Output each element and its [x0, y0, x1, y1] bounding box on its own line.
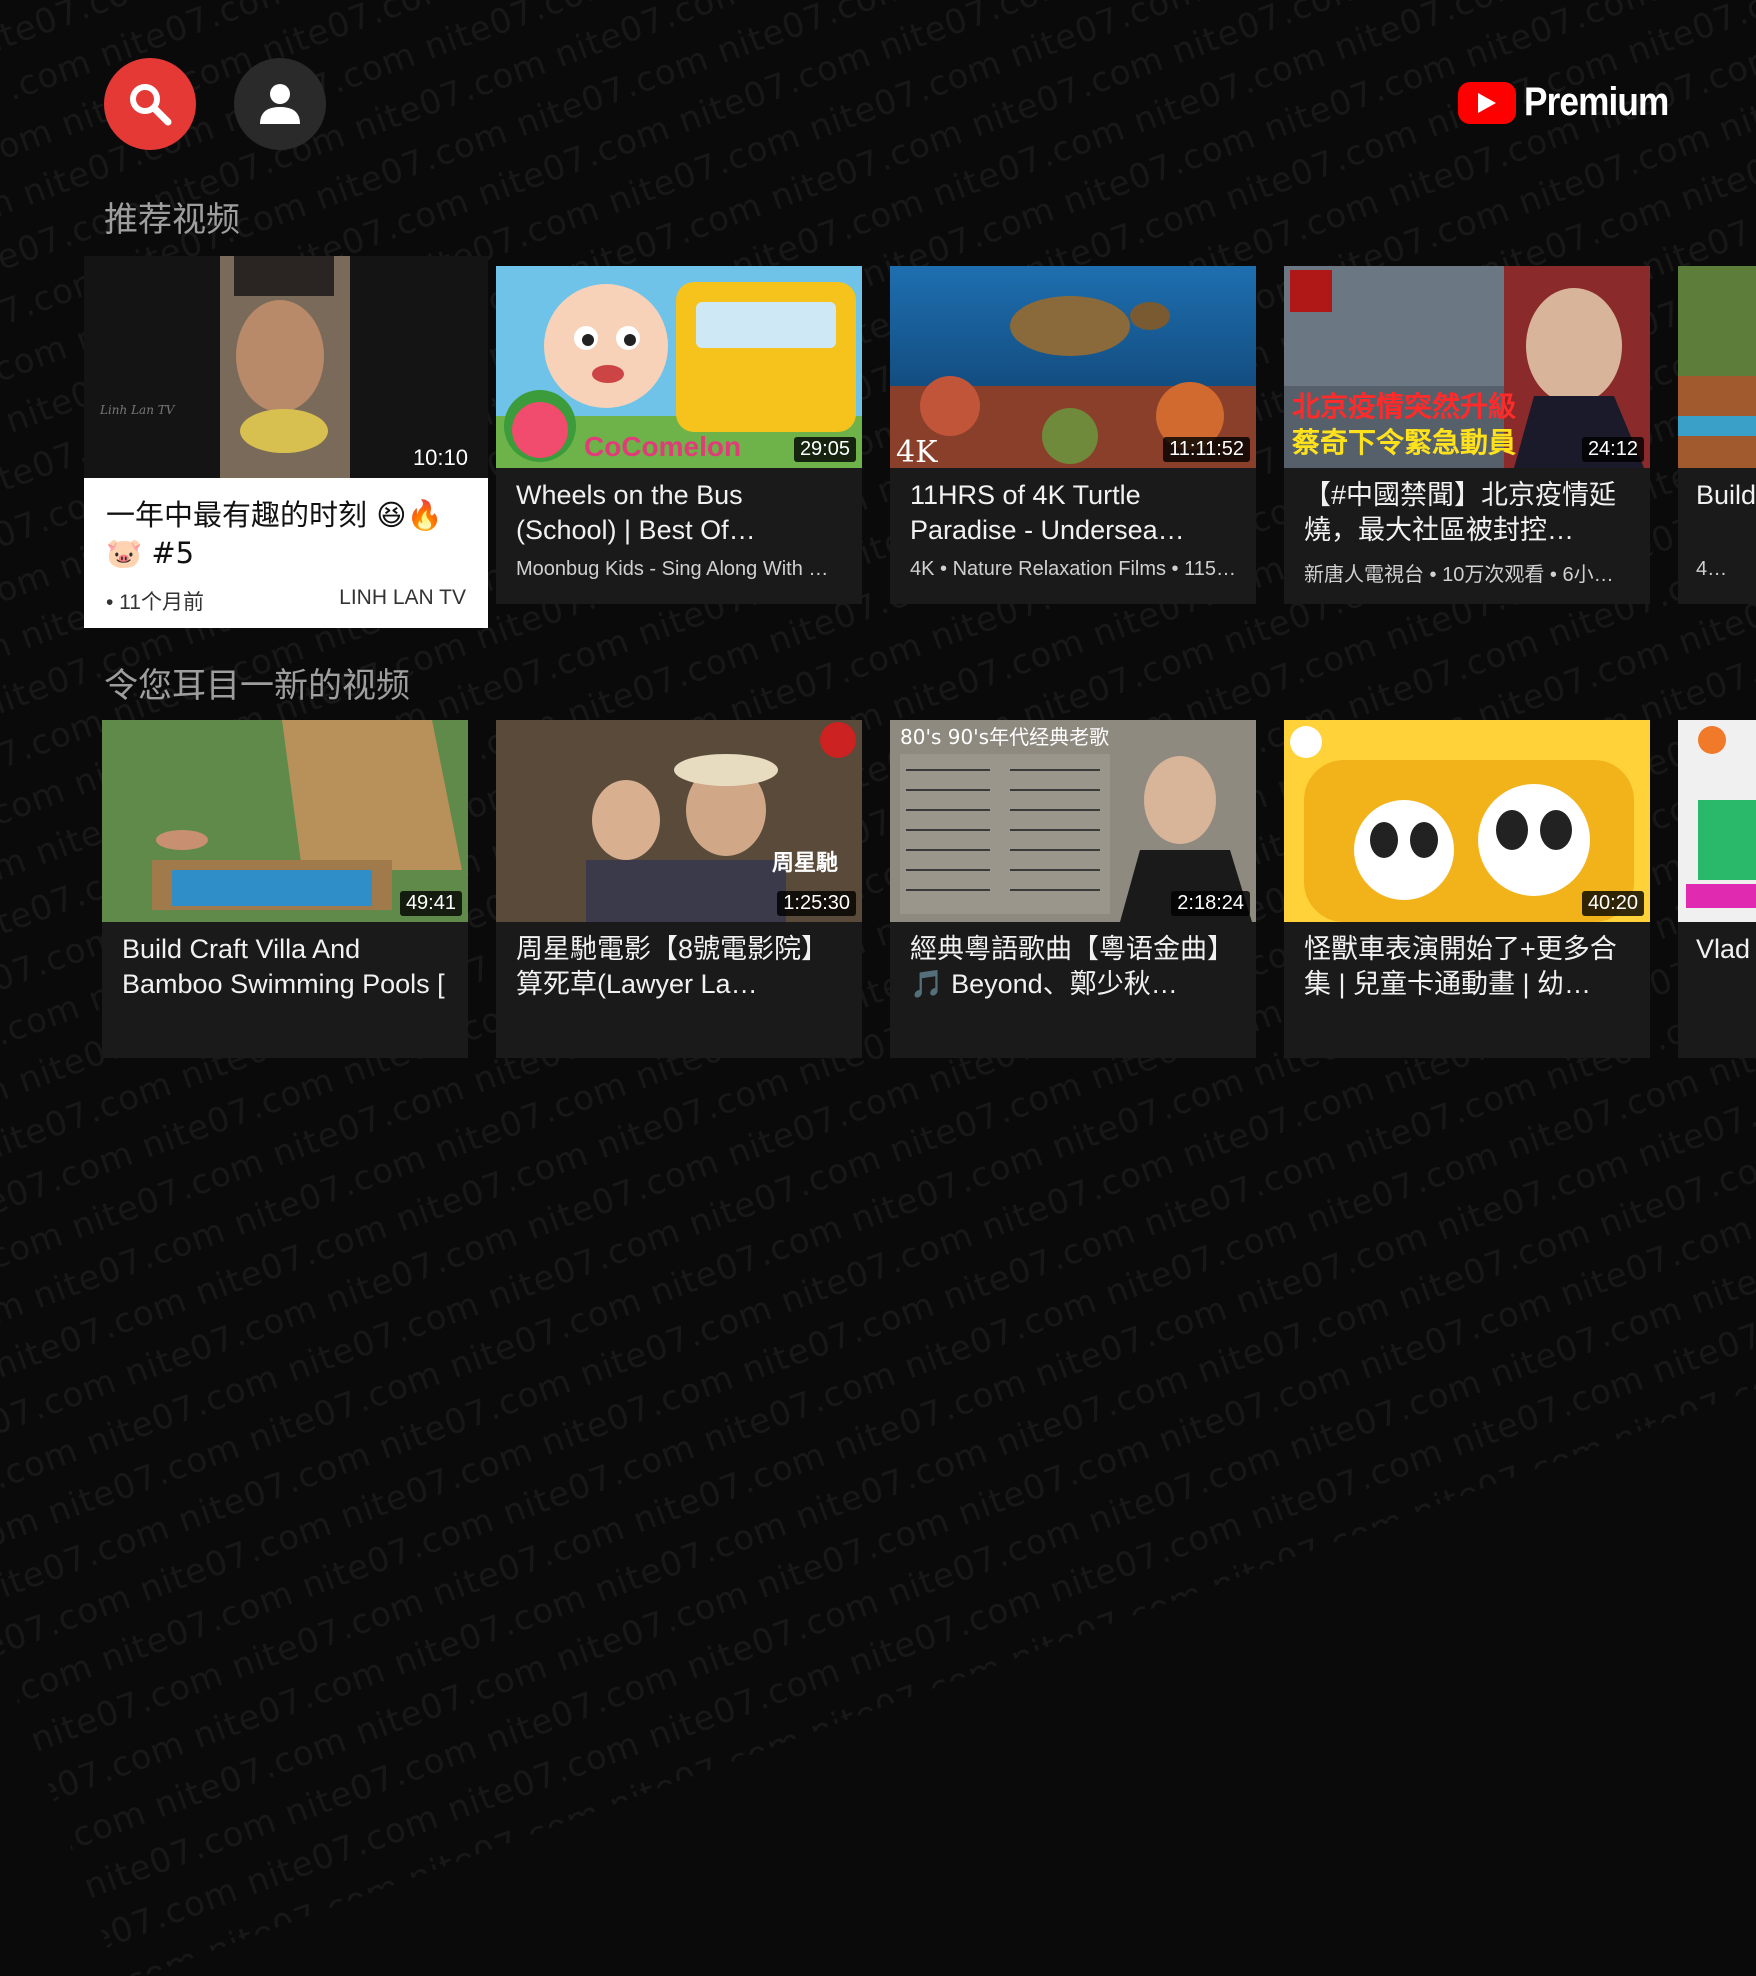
video-info: 一年中最有趣的时刻 😆🔥🐷 #5 • 11个月前 LINH LAN TV: [84, 478, 488, 628]
watermark-line: nite07.com nite07.com nite07.com nite07.…: [132, 704, 1756, 1976]
video-info: Vlad: [1678, 922, 1756, 1058]
video-title: Build Bamb: [1696, 480, 1756, 510]
play-logo-icon: [1458, 81, 1516, 124]
video-title: 一年中最有趣的时刻 😆🔥🐷 #5: [106, 498, 443, 570]
video-duration: 2:18:24: [1171, 891, 1250, 916]
video-age: • 11个月前: [106, 591, 204, 614]
video-info: Build Craft Villa And Bamboo Swimming Po…: [102, 922, 468, 1058]
video-card[interactable]: 4K 11:11:52 11HRS of 4K Turtle Paradise …: [890, 266, 1256, 604]
video-thumbnail: 周星馳 1:25:30: [496, 720, 862, 922]
video-card[interactable]: 40:20 怪獸車表演開始了+更多合集 | 兒童卡通動畫 | 幼…: [1284, 720, 1650, 1058]
video-thumbnail: Linh Lan TV 10:10: [84, 256, 488, 478]
video-meta: 4K • Su: [1696, 558, 1738, 580]
focused-video-card[interactable]: Linh Lan TV 10:10 一年中最有趣的时刻 😆🔥🐷 #5 • 11个…: [84, 256, 488, 628]
video-thumbnail: 北京疫情突然升級 蔡奇下令緊急動員 24:12: [1284, 266, 1650, 468]
video-card[interactable]: 80's 90's年代经典老歌 2:18:24 經典粵語歌曲【粵语金曲】🎵 Be…: [890, 720, 1256, 1058]
svg-text:Linh Lan TV: Linh Lan TV: [99, 403, 176, 417]
video-title: 【#中國禁聞】北京疫情延燒，最大社區被封控…: [1304, 480, 1617, 545]
watermark-line: nite07.com nite07.com nite07.com nite07.…: [0, 550, 1756, 1900]
youtube-premium-logo: Premium: [1458, 80, 1688, 125]
video-channel: LINH LAN TV: [339, 586, 466, 609]
video-thumbnail: CoComelon 29:05: [496, 266, 862, 468]
svg-text:北京疫情突然升級: 北京疫情突然升級: [1292, 390, 1516, 423]
video-duration: 11:11:52: [1163, 437, 1250, 462]
video-duration: 49:41: [399, 891, 462, 916]
video-duration: 24:12: [1581, 437, 1644, 462]
watermark-line: nite07.com nite07.com nite07.com nite07.…: [40, 627, 1756, 1976]
video-card[interactable]: 北京疫情突然升級 蔡奇下令緊急動員 24:12 【#中國禁聞】北京疫情延燒，最大…: [1284, 266, 1650, 604]
svg-text:80's 90's年代经典老歌: 80's 90's年代经典老歌: [900, 725, 1109, 749]
svg-text:蔡奇下令緊急動員: 蔡奇下令緊急動員: [1292, 426, 1516, 459]
video-card-partial[interactable]: Vlad: [1678, 720, 1756, 1058]
video-title: 周星馳電影【8號電影院】算死草(Lawyer La…: [516, 934, 829, 999]
brand-name: Premium: [1524, 80, 1669, 124]
video-info: 周星馳電影【8號電影院】算死草(Lawyer La…: [496, 922, 862, 1058]
video-thumbnail: 80's 90's年代经典老歌 2:18:24: [890, 720, 1256, 922]
video-info: 怪獸車表演開始了+更多合集 | 兒童卡通動畫 | 幼…: [1284, 922, 1650, 1058]
video-info: Wheels on the Bus (School) | Best Of @Co…: [496, 468, 862, 604]
video-card[interactable]: 周星馳 1:25:30 周星馳電影【8號電影院】算死草(Lawyer La…: [496, 720, 862, 1058]
video-duration: 29:05: [793, 437, 856, 462]
video-title: 經典粵語歌曲【粵语金曲】🎵 Beyond、鄭少秋…: [910, 934, 1234, 999]
watermark-line: nite07.com nite07.com nite07.com nite07.…: [2, 697, 1756, 1976]
svg-text:CoComelon: CoComelon: [584, 431, 741, 462]
section-title-fresh: 令您耳目一新的视频: [104, 666, 410, 706]
video-thumbnail: 4K 11:11:52: [890, 266, 1256, 468]
video-meta: 新唐人電視台 • 10万次观看 • 6小…: [1304, 564, 1614, 586]
video-title: Vlad: [1696, 934, 1751, 964]
video-info: 11HRS of 4K Turtle Paradise - Undersea N…: [890, 468, 1256, 604]
video-card-partial[interactable]: Build Bamb 4K • Su: [1678, 266, 1756, 604]
video-info: Build Bamb 4K • Su: [1678, 468, 1756, 604]
video-thumbnail: [1678, 266, 1756, 468]
svg-text:4K: 4K: [896, 435, 938, 468]
video-card[interactable]: 49:41 Build Craft Villa And Bamboo Swimm…: [102, 720, 468, 1058]
video-duration: 10:10: [412, 445, 468, 470]
video-info: 【#中國禁聞】北京疫情延燒，最大社區被封控… 新唐人電視台 • 10万次观看 •…: [1284, 468, 1650, 604]
video-duration: 40:20: [1581, 891, 1644, 916]
video-meta: Moonbug Kids - Sing Along With M…: [516, 558, 842, 580]
search-icon: [130, 84, 172, 126]
video-title: Wheels on the Bus (School) | Best Of @Co…: [516, 480, 743, 545]
section-title-recommended: 推荐视频: [104, 200, 240, 240]
video-card[interactable]: CoComelon 29:05 Wheels on the Bus (Schoo…: [496, 266, 862, 604]
video-thumbnail: 49:41: [102, 720, 468, 922]
video-meta: 4K • Nature Relaxation Films • 115…: [910, 558, 1236, 580]
svg-text:周星馳: 周星馳: [772, 850, 838, 876]
video-duration: 1:25:30: [777, 891, 856, 916]
video-title: 11HRS of 4K Turtle Paradise - Undersea N…: [910, 480, 1158, 545]
video-info: 經典粵語歌曲【粵语金曲】🎵 Beyond、鄭少秋…: [890, 922, 1256, 1058]
watermark-line: nite07.com nite07.com nite07.com nite07.…: [78, 558, 1756, 1908]
account-icon: [260, 84, 300, 124]
video-title: Build Craft Villa And Bamboo Swimming Po…: [122, 934, 445, 999]
search-button[interactable]: [104, 58, 196, 150]
video-thumbnail: 40:20: [1284, 720, 1650, 922]
video-title: 怪獸車表演開始了+更多合集 | 兒童卡通動畫 | 幼…: [1304, 934, 1617, 999]
account-button[interactable]: [234, 58, 326, 150]
video-thumbnail: [1678, 720, 1756, 922]
